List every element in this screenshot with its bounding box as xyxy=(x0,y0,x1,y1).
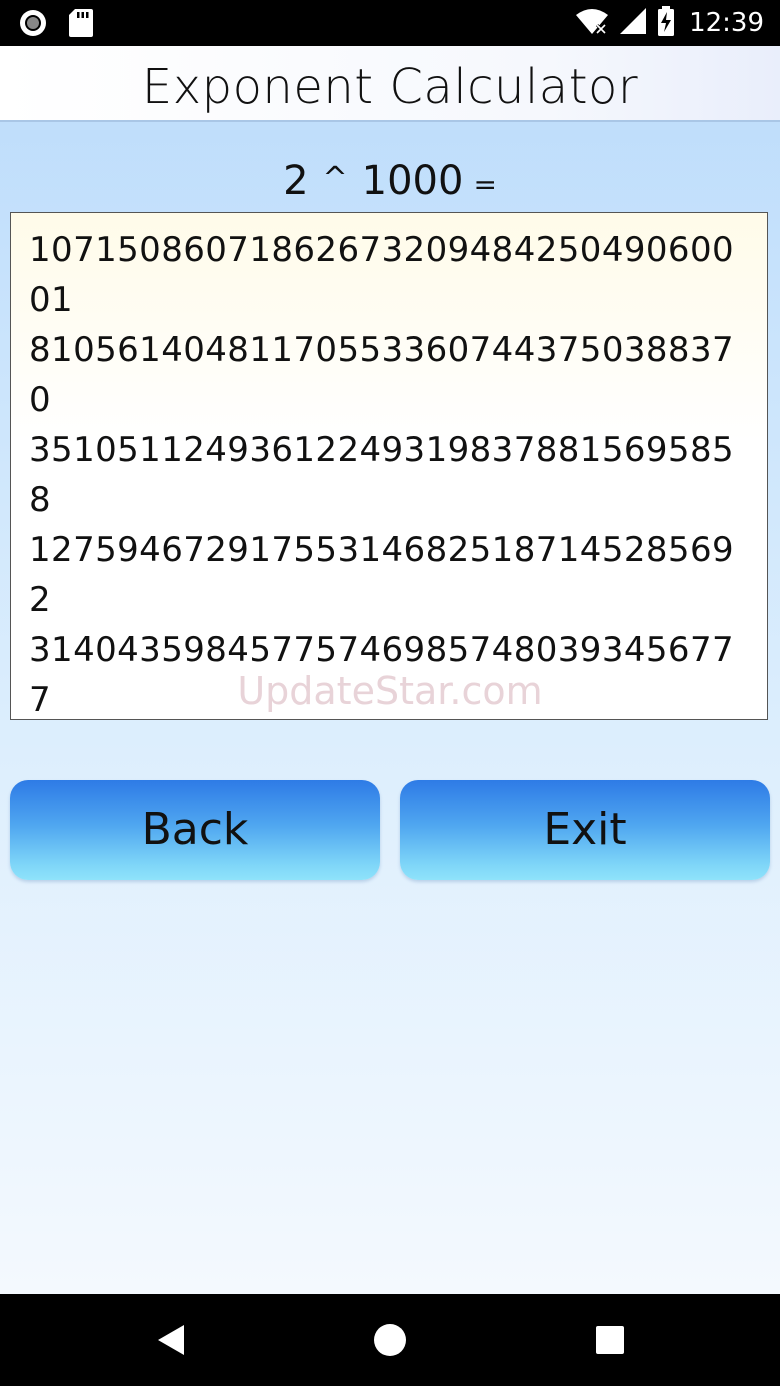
wifi-icon xyxy=(575,7,609,39)
signal-icon xyxy=(619,7,647,39)
record-icon xyxy=(18,8,48,42)
result-line: 1071508607186267320948425049060001 xyxy=(29,230,735,320)
expression-exponent: 1000 xyxy=(361,158,464,204)
app-screen: Exponent Calculator 2 ^ 1000 = 107150860718… xyxy=(0,46,780,1294)
back-nav-icon[interactable] xyxy=(152,1320,192,1360)
result-box[interactable]: 1071508607186267320948425049060001 81056… xyxy=(10,212,768,720)
expression-operator: ^ xyxy=(322,161,348,196)
status-left-icons xyxy=(18,8,94,42)
expression: 2 ^ 1000 = xyxy=(0,158,780,204)
navigation-bar xyxy=(0,1294,780,1386)
status-clock: 12:39 xyxy=(689,8,764,38)
back-button[interactable]: Back xyxy=(10,780,380,880)
exit-button[interactable]: Exit xyxy=(400,780,770,880)
result-line: 810561404811705533607443750388370 xyxy=(29,330,735,420)
sd-card-icon xyxy=(68,8,94,42)
expression-equals: = xyxy=(473,168,497,201)
app-title: Exponent Calculator xyxy=(141,59,639,115)
status-bar: 12:39 xyxy=(0,0,780,46)
title-bar: Exponent Calculator xyxy=(0,46,780,122)
result-text: 1071508607186267320948425049060001 81056… xyxy=(29,225,749,720)
recents-nav-icon[interactable] xyxy=(590,1320,630,1360)
home-nav-icon[interactable] xyxy=(370,1320,410,1360)
result-line: 351051124936122493198378815695858 xyxy=(29,430,735,520)
status-right-icons: 12:39 xyxy=(575,6,764,40)
battery-charging-icon xyxy=(657,6,675,40)
result-line: 314043598457757469857480393456777 xyxy=(29,630,735,720)
expression-base: 2 xyxy=(283,158,309,204)
result-line: 127594672917553146825187145285692 xyxy=(29,530,735,620)
